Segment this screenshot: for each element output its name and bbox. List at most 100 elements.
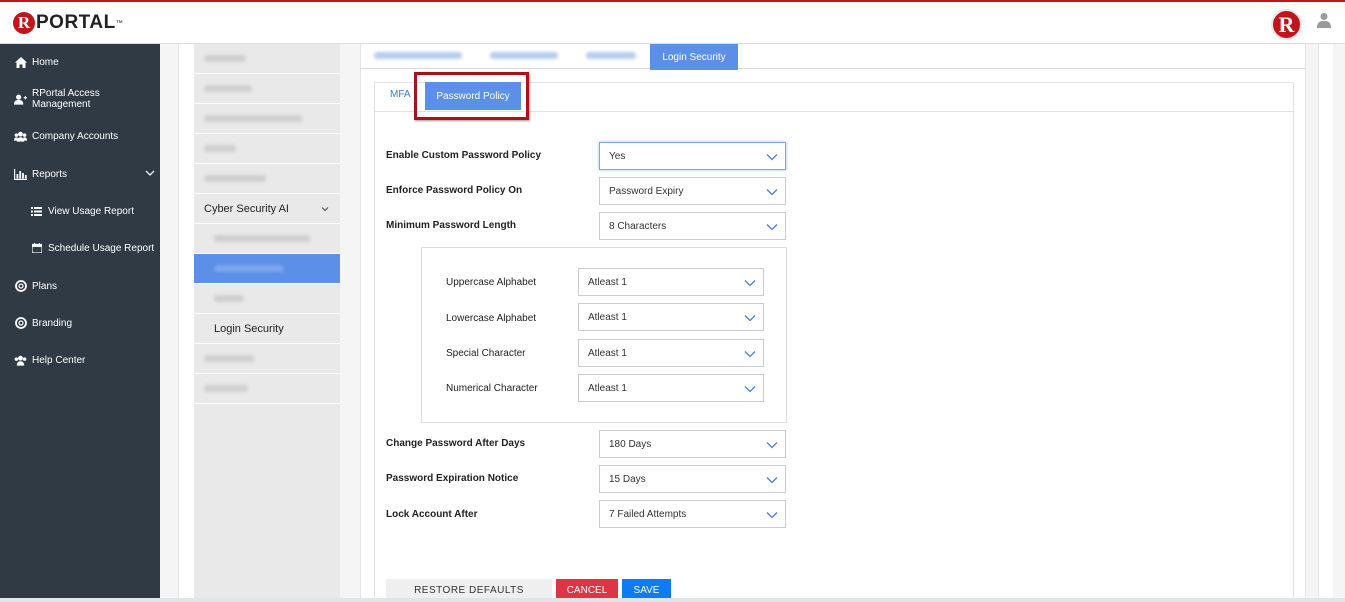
lowercase-value: Atleast 1 bbox=[588, 311, 627, 323]
submenu-child-item-selected[interactable] bbox=[194, 254, 340, 284]
nav-view-usage-label: View Usage Report bbox=[48, 205, 134, 217]
submenu-item[interactable] bbox=[194, 164, 340, 194]
bar-chart-icon bbox=[14, 168, 27, 180]
tab-blurred[interactable] bbox=[374, 52, 462, 59]
submenu-item[interactable] bbox=[194, 344, 340, 374]
tab-login-security[interactable]: Login Security bbox=[650, 44, 738, 70]
chevron-down-icon[interactable] bbox=[320, 204, 330, 214]
right-gutter bbox=[1306, 44, 1318, 602]
chevron-down-icon bbox=[744, 315, 756, 322]
uppercase-select[interactable]: Atleast 1 bbox=[578, 268, 764, 296]
nav-schedule-usage-report[interactable]: Schedule Usage Report bbox=[0, 238, 160, 258]
numerical-char-select[interactable]: Atleast 1 bbox=[578, 374, 764, 402]
chevron-down-icon[interactable] bbox=[145, 168, 155, 178]
blurred-text bbox=[204, 355, 254, 362]
expiration-notice-select[interactable]: 15 Days bbox=[599, 465, 786, 493]
nav-help-center-label: Help Center bbox=[32, 354, 86, 366]
lock-account-value: 7 Failed Attempts bbox=[609, 508, 687, 520]
chevron-down-icon bbox=[744, 280, 756, 287]
enable-policy-label: Enable Custom Password Policy bbox=[386, 150, 542, 161]
list-icon bbox=[30, 205, 43, 217]
min-length-value: 8 Characters bbox=[609, 220, 667, 232]
numerical-char-value: Atleast 1 bbox=[588, 382, 627, 394]
nav-company-accounts[interactable]: Company Accounts bbox=[0, 126, 160, 146]
logo-trademark: ™ bbox=[115, 19, 123, 27]
lowercase-label: Lowercase Alphabet bbox=[446, 313, 537, 324]
enforce-policy-label: Enforce Password Policy On bbox=[386, 185, 523, 196]
rportal-logo[interactable]: R PORTAL ™ bbox=[13, 11, 123, 35]
special-char-select[interactable]: Atleast 1 bbox=[578, 339, 764, 367]
uppercase-label: Uppercase Alphabet bbox=[446, 277, 537, 288]
expiration-notice-label: Password Expiration Notice bbox=[386, 473, 519, 484]
submenu-cyber-label: Cyber Security AI bbox=[204, 202, 289, 215]
calendar-icon bbox=[30, 242, 43, 254]
blurred-text bbox=[204, 115, 302, 122]
subtab-password-policy[interactable]: Password Policy bbox=[425, 82, 521, 110]
nav-plans-label: Plans bbox=[32, 280, 58, 292]
secondary-menu: Cyber Security AI Login Security bbox=[194, 44, 340, 602]
submenu-child-item[interactable] bbox=[194, 224, 340, 254]
submenu-login-security-label: Login Security bbox=[214, 322, 284, 335]
subtab-mfa[interactable]: MFA bbox=[390, 89, 411, 100]
change-password-select[interactable]: 180 Days bbox=[599, 430, 786, 458]
change-password-value: 180 Days bbox=[609, 438, 652, 450]
nav-reports-label: Reports bbox=[32, 168, 68, 180]
top-bar: R PORTAL ™ R bbox=[0, 0, 1345, 44]
blurred-text bbox=[204, 55, 246, 62]
submenu-item[interactable] bbox=[194, 134, 340, 164]
chevron-down-icon bbox=[766, 224, 778, 231]
logo-text: PORTAL bbox=[36, 12, 116, 33]
uppercase-value: Atleast 1 bbox=[588, 276, 627, 288]
tab-blurred[interactable] bbox=[586, 52, 636, 59]
blurred-text bbox=[204, 85, 252, 92]
tab-bar bbox=[360, 44, 1306, 69]
chevron-down-icon bbox=[766, 154, 778, 161]
chevron-down-icon bbox=[766, 512, 778, 519]
submenu-child-item[interactable] bbox=[194, 284, 340, 314]
lowercase-select[interactable]: Atleast 1 bbox=[578, 303, 764, 331]
user-icon[interactable] bbox=[1317, 12, 1331, 28]
chevron-down-icon bbox=[744, 351, 756, 358]
submenu-item[interactable] bbox=[194, 44, 340, 74]
nav-reports[interactable]: Reports bbox=[0, 164, 160, 184]
min-length-select[interactable]: 8 Characters bbox=[599, 212, 786, 240]
nav-company-accounts-label: Company Accounts bbox=[32, 130, 119, 142]
logo-r-mark: R bbox=[13, 12, 35, 34]
tab-blurred[interactable] bbox=[490, 52, 558, 59]
nav-view-usage-report[interactable]: View Usage Report bbox=[0, 201, 160, 221]
nav-branding[interactable]: Branding bbox=[0, 313, 160, 333]
special-char-label: Special Character bbox=[446, 348, 526, 359]
enable-policy-select[interactable]: Yes bbox=[599, 142, 786, 170]
nav-access-label: RPortal Access Management bbox=[32, 88, 100, 110]
blurred-text bbox=[204, 145, 236, 152]
nav-plans[interactable]: Plans bbox=[0, 276, 160, 296]
submenu-cyber-security-ai[interactable]: Cyber Security AI bbox=[194, 194, 340, 224]
change-password-label: Change Password After Days bbox=[386, 438, 526, 449]
expiration-notice-value: 15 Days bbox=[609, 473, 646, 485]
lock-account-label: Lock Account After bbox=[386, 509, 478, 520]
submenu-item[interactable] bbox=[194, 374, 340, 404]
bottom-border bbox=[0, 598, 1345, 602]
lock-account-select[interactable]: 7 Failed Attempts bbox=[599, 500, 786, 528]
nav-help-center[interactable]: Help Center bbox=[0, 350, 160, 370]
nav-schedule-usage-label: Schedule Usage Report bbox=[48, 242, 155, 254]
enforce-policy-select[interactable]: Password Expiry bbox=[599, 177, 786, 205]
nav-access-management[interactable]: RPortal Access Management bbox=[0, 88, 160, 110]
chevron-down-icon bbox=[744, 386, 756, 393]
nav-home-label: Home bbox=[32, 56, 59, 68]
numerical-char-label: Numerical Character bbox=[446, 383, 538, 394]
blurred-text bbox=[214, 235, 310, 242]
submenu-login-security[interactable]: Login Security bbox=[194, 314, 340, 344]
nav-home[interactable]: Home bbox=[0, 52, 160, 72]
blurred-text bbox=[214, 265, 284, 272]
enable-policy-value: Yes bbox=[609, 150, 626, 162]
chevron-down-icon bbox=[766, 477, 778, 484]
chevron-down-icon bbox=[766, 189, 778, 196]
home-icon bbox=[14, 56, 27, 68]
special-char-value: Atleast 1 bbox=[588, 347, 627, 359]
users-icon bbox=[14, 354, 27, 366]
right-edge bbox=[1318, 44, 1333, 602]
submenu-item[interactable] bbox=[194, 104, 340, 134]
blurred-text bbox=[204, 385, 248, 392]
submenu-item[interactable] bbox=[194, 74, 340, 104]
